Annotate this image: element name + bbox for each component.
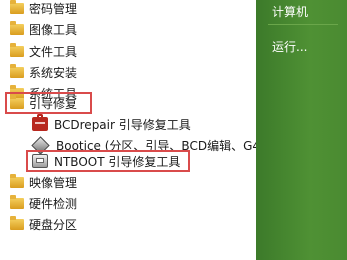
folder-icon (10, 173, 24, 188)
computer-link[interactable]: 计算机 (272, 3, 308, 20)
menu-item-label: 文件工具 (29, 44, 78, 59)
ntboot-highlight-box (26, 150, 190, 172)
menu-item-label: 图像工具 (29, 22, 78, 37)
menu-item-label: 硬件检测 (29, 196, 78, 211)
menu-item-label: 系统安装 (29, 65, 78, 80)
right-pane-divider (268, 24, 338, 25)
folder-icon (10, 42, 24, 57)
boot-repair-highlight-box (5, 92, 92, 114)
run-link[interactable]: 运行... (272, 38, 307, 55)
menu-item-label: 密码管理 (29, 1, 78, 16)
start-menu-programs-list: 密码管理 图像工具 文件工具 系统安装 系统工具 引导修复 BCDrepair … (0, 0, 256, 260)
folder-icon (10, 194, 24, 209)
folder-icon (10, 20, 24, 35)
menu-item-label: 映像管理 (29, 175, 78, 190)
menu-item-system-install[interactable]: 系统安装 (0, 61, 256, 83)
start-menu-right-pane: 计算机 运行... (256, 0, 347, 260)
menu-item-disk-partition[interactable]: 硬盘分区 (0, 213, 256, 235)
menu-item-password-manager[interactable]: 密码管理 (0, 0, 256, 19)
toolbox-icon (32, 114, 48, 131)
menu-item-label: BCDrepair 引导修复工具 (54, 117, 191, 132)
folder-icon (10, 215, 24, 230)
menu-item-label: 硬盘分区 (29, 217, 78, 232)
folder-icon (10, 63, 24, 78)
folder-icon (10, 0, 24, 14)
menu-item-bcdrepair[interactable]: BCDrepair 引导修复工具 (0, 113, 256, 135)
menu-item-image-tools[interactable]: 图像工具 (0, 18, 256, 40)
menu-item-image-management[interactable]: 映像管理 (0, 171, 256, 193)
menu-item-file-tools[interactable]: 文件工具 (0, 40, 256, 62)
menu-item-hardware-detection[interactable]: 硬件检测 (0, 192, 256, 214)
